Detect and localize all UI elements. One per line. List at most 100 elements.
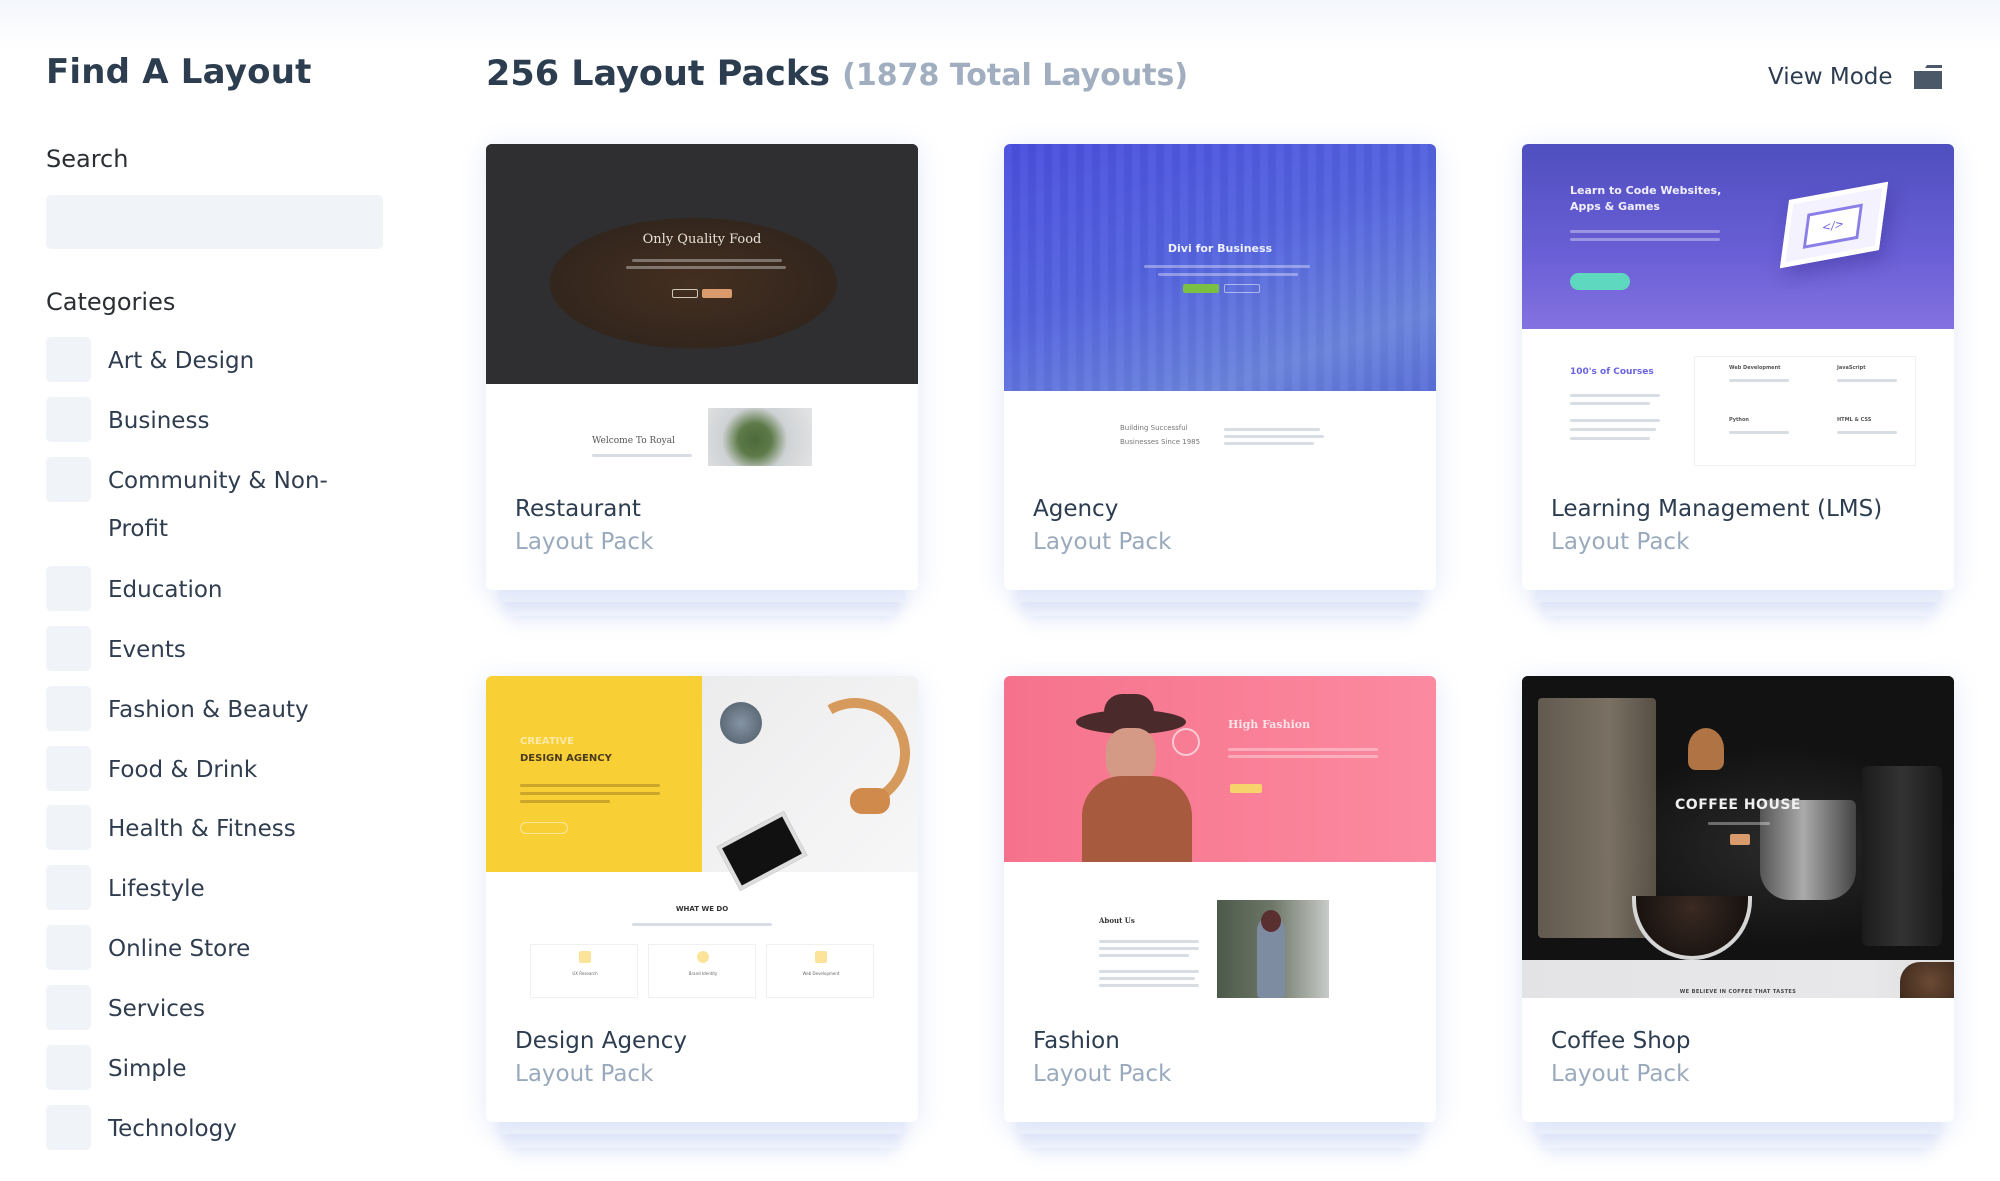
category-food-drink[interactable]: Food & Drink <box>46 746 386 794</box>
category-label: Community & Non-Profit <box>108 468 328 542</box>
category-label: Business <box>108 408 210 434</box>
card-body: COFFEE HOUSE WE BELIEVE IN COFFEE THAT T… <box>1522 676 1954 1122</box>
category-label: Food & Drink <box>108 757 258 783</box>
folder-icon[interactable] <box>1913 61 1943 91</box>
category-label: Events <box>108 637 186 663</box>
preview-grinder <box>1760 800 1856 900</box>
category-fashion-beauty[interactable]: Fashion & Beauty <box>46 686 386 734</box>
category-checkbox[interactable] <box>46 337 91 382</box>
preview-section-title: WHAT WE DO <box>675 905 729 913</box>
layout-pack-card-lms[interactable]: Learn to Code Websites, Apps & Games </>… <box>1522 144 1954 616</box>
total-layouts-count: (1878 Total Layouts) <box>842 58 1189 93</box>
pack-name: Coffee Shop <box>1551 1028 1691 1054</box>
pack-count: 256 Layout Packs <box>486 54 830 94</box>
card-body: CREATIVE DESIGN AGENCY WHAT WE DO UX Res… <box>486 676 918 1122</box>
preview-image <box>1217 900 1329 998</box>
pack-subtitle: Layout Pack <box>515 1061 654 1087</box>
preview-feature-grid: Web Development JavaScript Python HTML &… <box>1694 356 1916 466</box>
layout-pack-card-restaurant[interactable]: Only Quality Food Welcome To Royal Resta… <box>486 144 918 616</box>
preview-section-title: Building Successful <box>1120 424 1188 432</box>
preview-hero-title: Learn to Code Websites, <box>1570 184 1722 197</box>
preview-hero <box>486 676 702 872</box>
preview-hero-title: COFFEE HOUSE <box>1675 797 1801 813</box>
pack-subtitle: Layout Pack <box>515 529 654 555</box>
pack-subtitle: Layout Pack <box>1033 529 1172 555</box>
category-simple[interactable]: Simple <box>46 1045 386 1093</box>
category-events[interactable]: Events <box>46 626 386 674</box>
preview-feature: UX Research <box>530 944 638 998</box>
pack-name: Design Agency <box>515 1028 688 1054</box>
category-checkbox[interactable] <box>46 457 91 502</box>
layout-pack-card-fashion[interactable]: High Fashion About Us Fashion Layout Pac… <box>1004 676 1436 1148</box>
preview-hero-title: Only Quality Food <box>642 232 762 247</box>
preview-hero-title: CREATIVE <box>520 736 574 747</box>
category-community-non-profit[interactable]: Community & Non-Profit <box>46 457 386 553</box>
category-checkbox[interactable] <box>46 865 91 910</box>
pack-preview-thumbnail: High Fashion About Us <box>1004 676 1436 998</box>
top-fade <box>0 0 2000 50</box>
preview-hero <box>1522 144 1954 329</box>
pack-preview-thumbnail: COFFEE HOUSE WE BELIEVE IN COFFEE THAT T… <box>1522 676 1954 998</box>
preview-section-title-2: Businesses Since 1985 <box>1120 438 1201 446</box>
category-services[interactable]: Services <box>46 985 386 1033</box>
category-label: Fashion & Beauty <box>108 697 309 723</box>
card-body: Only Quality Food Welcome To Royal Resta… <box>486 144 918 590</box>
pack-name: Fashion <box>1033 1028 1120 1054</box>
category-checkbox[interactable] <box>46 805 91 850</box>
category-checkbox[interactable] <box>46 1105 91 1150</box>
layout-pack-card-design-agency[interactable]: CREATIVE DESIGN AGENCY WHAT WE DO UX Res… <box>486 676 918 1148</box>
preview-feature: Web Development <box>766 944 874 998</box>
category-art-design[interactable]: Art & Design <box>46 337 386 385</box>
preview-section-title: 100's of Courses <box>1570 367 1654 377</box>
category-label: Simple <box>108 1056 187 1082</box>
category-business[interactable]: Business <box>46 397 386 445</box>
pack-name: Learning Management (LMS) <box>1551 496 1883 522</box>
pack-preview-thumbnail: Divi for Business Building Successful Bu… <box>1004 144 1436 466</box>
category-checkbox[interactable] <box>46 626 91 671</box>
category-label: Health & Fitness <box>108 816 296 842</box>
pack-subtitle: Layout Pack <box>1033 1061 1172 1087</box>
card-body: Learn to Code Websites, Apps & Games </>… <box>1522 144 1954 590</box>
category-label: Education <box>108 577 223 603</box>
preview-image <box>708 408 812 466</box>
pack-subtitle: Layout Pack <box>1551 1061 1690 1087</box>
preview-section-title: About Us <box>1099 916 1135 925</box>
category-health-fitness[interactable]: Health & Fitness <box>46 805 386 853</box>
category-checkbox[interactable] <box>46 925 91 970</box>
pack-name: Agency <box>1033 496 1119 522</box>
category-checkbox[interactable] <box>46 397 91 442</box>
category-online-store[interactable]: Online Store <box>46 925 386 973</box>
results-heading: 256 Layout Packs (1878 Total Layouts) <box>486 54 1188 94</box>
category-technology[interactable]: Technology <box>46 1105 386 1153</box>
category-label: Online Store <box>108 936 251 962</box>
category-checkbox[interactable] <box>46 985 91 1030</box>
card-body: High Fashion About Us Fashion Layout Pac… <box>1004 676 1436 1122</box>
preview-hero-title: High Fashion <box>1228 718 1311 731</box>
layout-pack-card-agency[interactable]: Divi for Business Building Successful Bu… <box>1004 144 1436 616</box>
preview-hero-title: Divi for Business <box>1167 242 1273 255</box>
sidebar-title: Find A Layout <box>46 52 312 92</box>
preview-hero <box>1004 676 1436 862</box>
pack-name: Restaurant <box>515 496 641 522</box>
search-label: Search <box>46 145 129 173</box>
category-checkbox[interactable] <box>46 686 91 731</box>
category-checkbox[interactable] <box>46 746 91 791</box>
preview-hero-title-2: Apps & Games <box>1570 200 1660 213</box>
pack-subtitle: Layout Pack <box>1551 529 1690 555</box>
category-checkbox[interactable] <box>46 1045 91 1090</box>
pack-preview-thumbnail: CREATIVE DESIGN AGENCY WHAT WE DO UX Res… <box>486 676 918 998</box>
category-label: Art & Design <box>108 348 255 374</box>
card-body: Divi for Business Building Successful Bu… <box>1004 144 1436 590</box>
view-mode-label[interactable]: View Mode <box>1768 64 1893 90</box>
categories-label: Categories <box>46 288 176 316</box>
category-checkbox[interactable] <box>46 566 91 611</box>
preview-section-title: Welcome To Royal <box>592 436 676 446</box>
layout-pack-card-coffee-shop[interactable]: COFFEE HOUSE WE BELIEVE IN COFFEE THAT T… <box>1522 676 1954 1148</box>
pack-preview-thumbnail: Learn to Code Websites, Apps & Games </>… <box>1522 144 1954 466</box>
pack-preview-thumbnail: Only Quality Food Welcome To Royal <box>486 144 918 466</box>
category-lifestyle[interactable]: Lifestyle <box>46 865 386 913</box>
preview-feature: Brand Identity <box>648 944 756 998</box>
search-input[interactable] <box>46 195 383 249</box>
category-label: Technology <box>108 1116 237 1142</box>
category-education[interactable]: Education <box>46 566 386 614</box>
